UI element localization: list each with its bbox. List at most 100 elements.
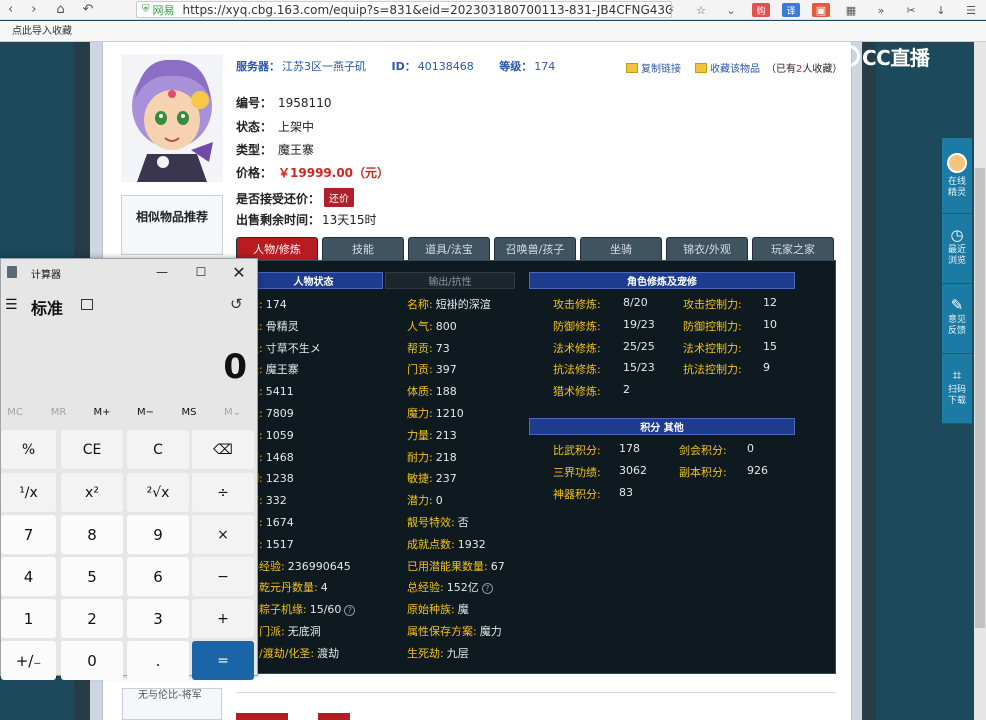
negate-key[interactable]: +/₋ [1,641,56,680]
tab-character[interactable]: 人物/修炼 [236,237,318,260]
equals-key[interactable]: = [192,641,254,680]
output-attr-row: 体质: 188 [407,383,457,399]
clear-entry-key[interactable]: CE [61,430,123,469]
grid-icon[interactable]: ▦ [842,3,860,17]
attr-value: 2 [623,383,630,397]
reciprocal-key[interactable]: ¹/x [1,473,56,512]
attr-value: 397 [435,363,457,377]
maximize-icon[interactable]: ☐ [191,263,211,281]
attr-label: 防御修炼: [553,319,601,333]
more-icon[interactable]: » [872,3,890,17]
output-attr-row: 已用潜能果数量: 67 [407,558,505,574]
output-attr-row: 属性保存方案: 魔力 [407,623,502,639]
memory-button[interactable]: MS [169,407,209,418]
digit-5-key[interactable]: 5 [61,557,123,596]
minimize-icon[interactable]: — [152,263,172,281]
memory-button[interactable]: MR [39,407,79,418]
divide-key[interactable]: ÷ [192,473,254,512]
square-key[interactable]: x² [61,473,123,512]
scissors-icon[interactable]: ✂ [902,3,920,17]
menu-icon[interactable]: ☰ [962,3,980,17]
char-status-header[interactable]: 人物状态 [244,272,383,289]
back-icon[interactable]: ‹ [8,0,13,20]
tab-mounts[interactable]: 坐骑 [580,237,662,260]
memory-button[interactable]: MC [0,407,35,418]
digit-2-key[interactable]: 2 [61,599,123,638]
tab-pets[interactable]: 召唤兽/孩子 [494,237,576,260]
tab-outfits[interactable]: 锦衣/外观 [666,237,748,260]
help-icon[interactable]: ? [481,583,493,595]
shopping-extension-icon[interactable]: 购 [752,3,770,17]
copy-link-button[interactable]: 复制链接 [641,60,681,75]
online-assistant-button[interactable]: 在线精灵 [942,138,972,214]
attr-value: 15 [763,339,777,353]
help-icon[interactable]: ? [344,605,356,617]
qr-scan-icon: ⌗ [952,366,962,384]
attr-label: 属性保存方案: [407,625,477,638]
star-icon[interactable]: ☆ [692,3,710,17]
hamburger-menu-icon[interactable]: ☰ [5,297,18,313]
tab-items[interactable]: 道具/法宝 [408,237,490,260]
home-icon[interactable]: ⌂ [56,0,64,20]
subtract-key[interactable]: − [192,557,254,596]
decimal-key[interactable]: . [127,641,189,680]
output-attr-row: 名称: 短褂的深渲 [407,296,491,312]
bottom-button-2[interactable] [318,713,350,720]
keep-on-top-icon[interactable] [81,299,93,310]
similar-item-name[interactable]: 无与伦比-将军 [138,686,202,701]
game-extension-icon[interactable]: ▣ [812,3,830,17]
character-portrait [121,54,223,182]
backspace-key[interactable]: ⌫ [192,430,254,469]
percent-key[interactable]: % [1,430,56,469]
calculator-titlebar[interactable]: 计算器 — ☐ ✕ [1,259,257,285]
address-bar[interactable]: ⛨ 网易 https://xyq.cbg.163.com/equip?s=831… [136,1,672,18]
memory-button[interactable]: M⌄ [213,407,253,418]
control-row: 防御控制力: 10 [683,318,777,334]
multiply-key[interactable]: × [192,515,254,554]
attr-value: 19/23 [623,317,655,331]
recent-browse-button[interactable]: ◷ 最近浏览 [942,214,972,284]
digit-1-key[interactable]: 1 [1,599,56,638]
lightning-icon[interactable]: ⚡ [662,3,680,17]
bargain-button[interactable]: 还价 [324,188,355,207]
divider [236,692,836,693]
bottom-button-1[interactable] [236,713,288,720]
download-icon[interactable]: ↓ [932,3,950,17]
bookmark-bar: 点此导入收藏 [0,21,986,42]
close-icon[interactable]: ✕ [229,263,249,282]
forward-icon[interactable]: › [31,0,36,20]
url-text[interactable]: https://xyq.cbg.163.com/equip?s=831&eid=… [183,3,672,17]
attr-label: 法术控制力: [683,341,742,355]
favorite-button[interactable]: 收藏该物品 [710,60,760,75]
calculator-display: 0 [223,347,247,387]
digit-9-key[interactable]: 9 [127,515,189,554]
scrollbar-thumb[interactable] [975,168,985,628]
digit-3-key[interactable]: 3 [127,599,189,638]
sqrt-key[interactable]: ²√x [127,473,189,512]
attr-label: 潜力: [407,494,433,508]
scan-download-button[interactable]: ⌗ 扫码下载 [942,354,972,424]
digit-6-key[interactable]: 6 [127,557,189,596]
output-attr-row: 耐力: 218 [407,449,457,465]
undo-icon[interactable]: ↶ [83,0,94,20]
memory-button[interactable]: M− [126,407,166,418]
add-key[interactable]: + [192,599,254,638]
output-resist-header[interactable]: 输出/抗性 [385,272,515,289]
digit-7-key[interactable]: 7 [1,515,56,554]
chevron-icon[interactable]: ⌄ [722,3,740,17]
digit-4-key[interactable]: 4 [1,557,56,596]
browser-toolbar: ‹ › ⌂ ↶ ⛨ 网易 https://xyq.cbg.163.com/equ… [0,0,986,20]
clear-key[interactable]: C [127,430,189,469]
history-icon[interactable]: ↺ [230,295,243,313]
tab-home[interactable]: 玩家之家 [752,237,834,260]
memory-button[interactable]: M+ [82,407,122,418]
translate-extension-icon[interactable]: 译 [782,3,800,17]
feedback-button[interactable]: ✎ 意见反馈 [942,284,972,354]
output-attr-row: 力量: 213 [407,427,457,443]
digit-8-key[interactable]: 8 [61,515,123,554]
digit-0-key[interactable]: 0 [61,641,123,680]
tab-skills[interactable]: 技能 [322,237,404,260]
output-attr-row: 靓号特效: 否 [407,514,469,530]
import-bookmarks-link[interactable]: 点此导入收藏 [12,26,72,37]
attr-label: 防御控制力: [683,319,742,333]
